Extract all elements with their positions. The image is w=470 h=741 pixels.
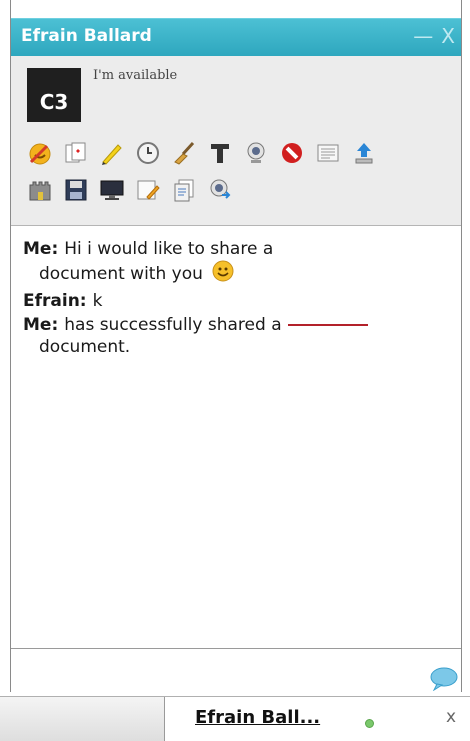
edit-note-icon[interactable]	[133, 175, 162, 204]
online-status-icon	[365, 719, 374, 728]
status-text: I'm available	[93, 68, 178, 83]
upload-icon[interactable]	[349, 138, 378, 167]
chat-bubble-icon[interactable]	[429, 667, 459, 695]
taskbar-chat-name[interactable]: Efrain Ball...	[195, 707, 320, 728]
window-controls: — X	[413, 24, 455, 48]
toolbar-row-2	[25, 175, 445, 204]
message-text: Hi i would like to share a	[64, 239, 274, 259]
titlebar[interactable]: Efrain Ballard — X	[11, 18, 461, 56]
notepad-icon[interactable]	[313, 138, 342, 167]
message-text: has successfully shared a	[64, 315, 282, 335]
webcam-share-icon[interactable]	[205, 175, 234, 204]
message-sender: Efrain:	[23, 291, 87, 311]
taskbar-close-button[interactable]: x	[446, 707, 456, 727]
chat-window: Efrain Ballard — X C3 I'm available Me: …	[10, 0, 462, 692]
message-text-continued: document.	[39, 337, 131, 357]
message-text: k	[92, 291, 103, 311]
taskbar-tab-empty[interactable]	[0, 697, 165, 741]
close-button[interactable]: X	[441, 24, 455, 48]
castle-icon[interactable]	[25, 175, 54, 204]
documents-icon[interactable]	[169, 175, 198, 204]
toolbar-row-1	[25, 138, 445, 167]
message-log: Me: Hi i would like to share a document w…	[23, 238, 451, 360]
minimize-button[interactable]: —	[413, 24, 433, 48]
message-item: Efrain: k	[23, 290, 451, 312]
broom-icon[interactable]	[169, 138, 198, 167]
text-format-icon[interactable]	[205, 138, 234, 167]
smiley-icon	[212, 260, 234, 288]
message-input[interactable]	[11, 648, 461, 692]
profile-panel: C3 I'm available	[11, 56, 461, 226]
monitor-icon[interactable]	[97, 175, 126, 204]
message-item: Me: Hi i would like to share a document w…	[23, 238, 451, 288]
pencil-icon[interactable]	[97, 138, 126, 167]
taskbar: Efrain Ball... x	[0, 696, 470, 741]
message-sender: Me:	[23, 239, 59, 259]
message-text-continued: document with you	[39, 264, 203, 284]
toolbar	[25, 138, 445, 212]
message-item: Me: has successfully shared a document.	[23, 314, 451, 358]
avatar: C3	[27, 68, 81, 122]
webcam-icon[interactable]	[241, 138, 270, 167]
shared-document-link[interactable]	[287, 324, 368, 326]
cards-icon[interactable]	[61, 138, 90, 167]
message-sender: Me:	[23, 315, 59, 335]
save-icon[interactable]	[61, 175, 90, 204]
emoticons-icon[interactable]	[25, 138, 54, 167]
window-title: Efrain Ballard	[21, 26, 152, 46]
clock-icon[interactable]	[133, 138, 162, 167]
block-icon[interactable]	[277, 138, 306, 167]
taskbar-tab-chat[interactable]: Efrain Ball... x	[165, 697, 470, 741]
